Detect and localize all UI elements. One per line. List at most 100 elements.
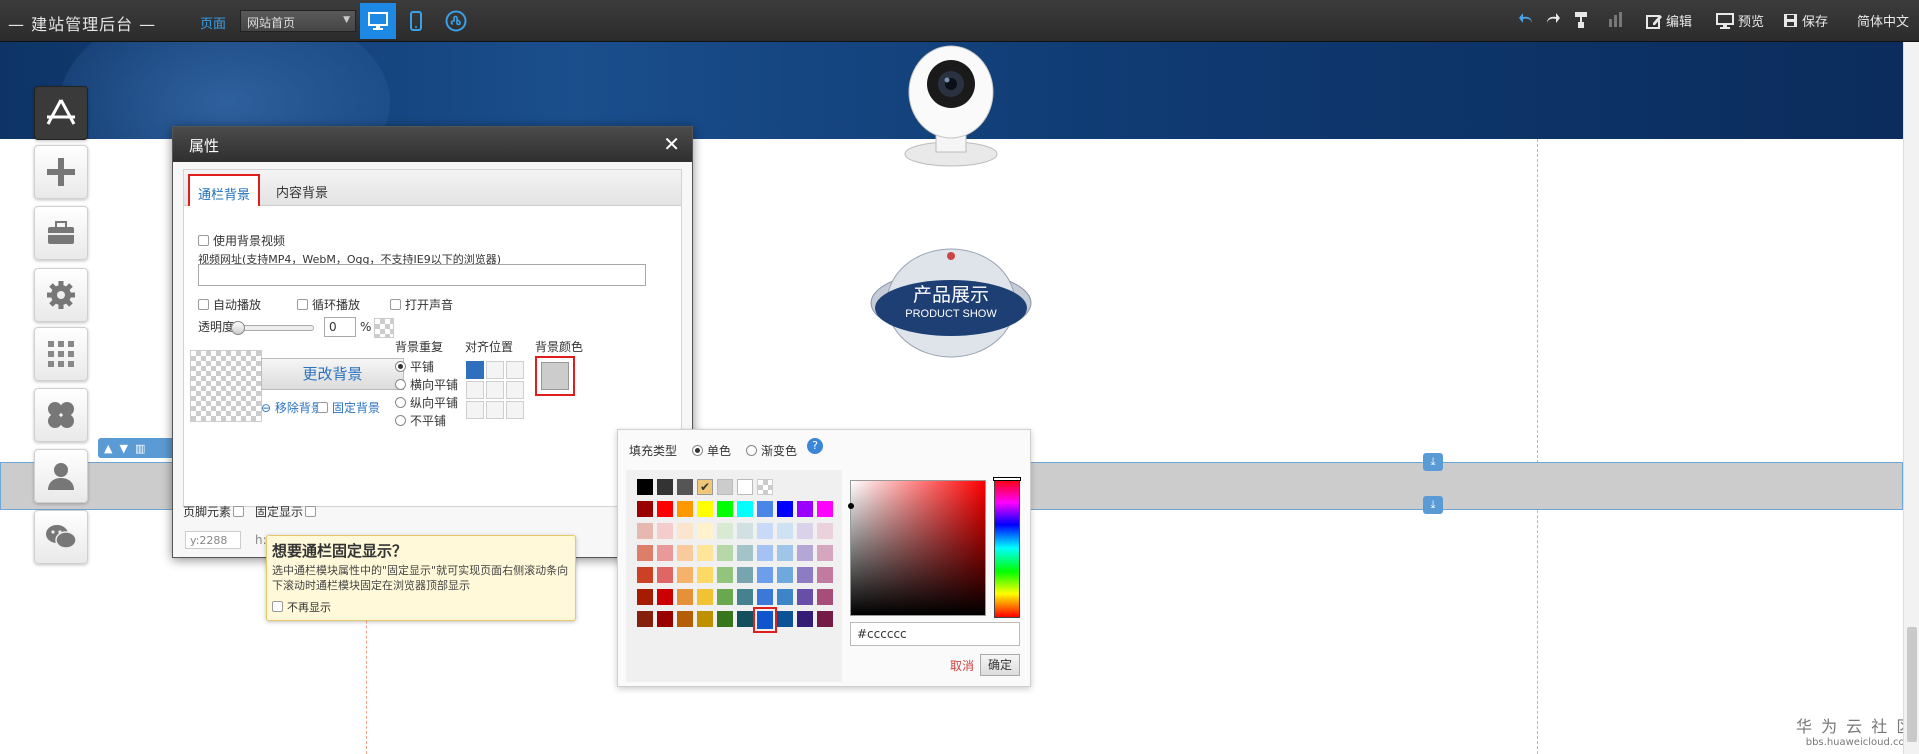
member-button[interactable] [34, 449, 88, 503]
picker-ok-button[interactable]: 确定 [980, 654, 1020, 676]
color-swatch[interactable] [677, 479, 693, 495]
undo-button[interactable] [1518, 11, 1534, 25]
color-swatch[interactable] [757, 523, 773, 539]
color-swatch[interactable] [717, 523, 733, 539]
align-middle-left[interactable] [466, 381, 484, 399]
color-swatch[interactable] [777, 567, 793, 583]
color-swatch[interactable] [637, 589, 653, 605]
color-swatch[interactable] [737, 479, 753, 495]
color-swatch[interactable] [757, 501, 773, 517]
color-swatch[interactable] [737, 567, 753, 583]
color-swatch[interactable] [637, 479, 653, 495]
download-icon[interactable]: ⤓ [1423, 496, 1443, 514]
fixed-display-checkbox[interactable]: 固定显示 [255, 503, 320, 520]
color-swatch[interactable]: ✔ [697, 479, 713, 495]
color-swatch[interactable] [817, 523, 833, 539]
color-swatch[interactable] [777, 611, 793, 627]
color-swatch[interactable] [677, 611, 693, 627]
remove-background-link[interactable]: ⊖ 移除背景 [261, 399, 323, 416]
color-swatch[interactable] [757, 545, 773, 561]
opacity-slider[interactable] [231, 321, 314, 335]
background-color-swatch[interactable] [535, 356, 575, 396]
color-swatch[interactable] [637, 611, 653, 627]
fill-gradient-radio[interactable]: 渐变色 [746, 442, 797, 459]
page-select[interactable]: 网站首页 ▼ [240, 10, 356, 32]
slider-knob[interactable] [231, 321, 245, 335]
color-swatch[interactable] [797, 589, 813, 605]
color-swatch[interactable] [717, 545, 733, 561]
repeat-option-vertical[interactable]: 纵向平铺 [395, 394, 458, 411]
autoplay-checkbox[interactable]: 自动播放 [198, 296, 261, 313]
hue-slider[interactable] [993, 477, 1021, 618]
app-store-button[interactable] [34, 86, 88, 140]
color-swatch[interactable] [697, 567, 713, 583]
color-swatch[interactable] [817, 545, 833, 561]
vertical-scrollbar[interactable] [1903, 42, 1919, 754]
theme-button[interactable] [34, 388, 88, 442]
color-swatch[interactable] [777, 545, 793, 561]
color-swatch[interactable] [737, 611, 753, 627]
color-swatch[interactable] [737, 545, 753, 561]
tab-bar-background[interactable]: 通栏背景 [188, 174, 261, 206]
color-swatch[interactable] [817, 567, 833, 583]
color-swatch[interactable] [797, 501, 813, 517]
settings-button[interactable] [34, 268, 88, 322]
color-cursor[interactable] [848, 503, 854, 509]
add-module-button[interactable] [34, 145, 88, 199]
hue-handle[interactable] [993, 477, 1021, 481]
color-swatch[interactable] [717, 567, 733, 583]
color-swatch[interactable] [677, 545, 693, 561]
color-swatch[interactable] [637, 523, 653, 539]
sound-checkbox[interactable]: 打开声音 [390, 296, 453, 313]
apps-grid-button[interactable] [34, 327, 88, 381]
align-top-left[interactable] [466, 361, 484, 379]
align-middle-center[interactable] [486, 381, 504, 399]
wechat-view-button[interactable] [438, 3, 474, 39]
fill-solid-radio[interactable]: 单色 [692, 442, 731, 459]
color-swatch[interactable] [657, 501, 673, 517]
color-swatch[interactable] [817, 589, 833, 605]
dialog-header[interactable]: 属性 ✕ [173, 127, 692, 162]
color-swatch[interactable] [777, 501, 793, 517]
color-swatch[interactable] [657, 589, 673, 605]
language-select[interactable]: 简体中文 [1857, 11, 1909, 30]
align-top-right[interactable] [506, 361, 524, 379]
color-swatch[interactable] [717, 501, 733, 517]
color-swatch[interactable] [697, 501, 713, 517]
align-top-center[interactable] [486, 361, 504, 379]
color-swatch[interactable] [757, 567, 773, 583]
hex-color-input[interactable]: #cccccc [850, 622, 1020, 646]
move-down-icon[interactable]: ▼ [119, 442, 127, 455]
saturation-value-box[interactable] [848, 480, 986, 616]
color-swatch[interactable] [757, 479, 773, 495]
color-swatch[interactable] [637, 567, 653, 583]
color-swatch[interactable] [697, 545, 713, 561]
color-swatch[interactable] [817, 501, 833, 517]
desktop-view-button[interactable] [360, 3, 396, 39]
color-swatch[interactable] [717, 611, 733, 627]
color-swatch[interactable] [677, 589, 693, 605]
color-swatch[interactable] [777, 523, 793, 539]
align-bottom-right[interactable] [506, 401, 524, 419]
stats-button[interactable] [1607, 11, 1623, 27]
tab-content-background[interactable]: 内容背景 [268, 174, 336, 206]
close-icon[interactable]: ✕ [663, 132, 680, 156]
wechat-button[interactable] [34, 510, 88, 564]
download-icon[interactable]: ⤓ [1423, 453, 1443, 471]
layout-icon[interactable]: ▥ [135, 442, 145, 455]
format-painter-button[interactable] [1573, 11, 1589, 29]
loop-checkbox[interactable]: 循环播放 [297, 296, 360, 313]
use-video-checkbox[interactable]: 使用背景视频 [198, 232, 285, 249]
color-swatch[interactable] [817, 611, 833, 627]
color-swatch[interactable] [757, 589, 773, 605]
opacity-input[interactable]: 0 [324, 317, 356, 337]
color-swatch[interactable] [677, 501, 693, 517]
repeat-option-tile[interactable]: 平铺 [395, 358, 434, 375]
color-swatch[interactable] [737, 501, 753, 517]
color-swatch[interactable] [717, 479, 733, 495]
color-swatch[interactable] [677, 523, 693, 539]
color-swatch[interactable] [737, 589, 753, 605]
toolbox-button[interactable] [34, 206, 88, 260]
color-swatch[interactable] [697, 523, 713, 539]
align-bottom-center[interactable] [486, 401, 504, 419]
